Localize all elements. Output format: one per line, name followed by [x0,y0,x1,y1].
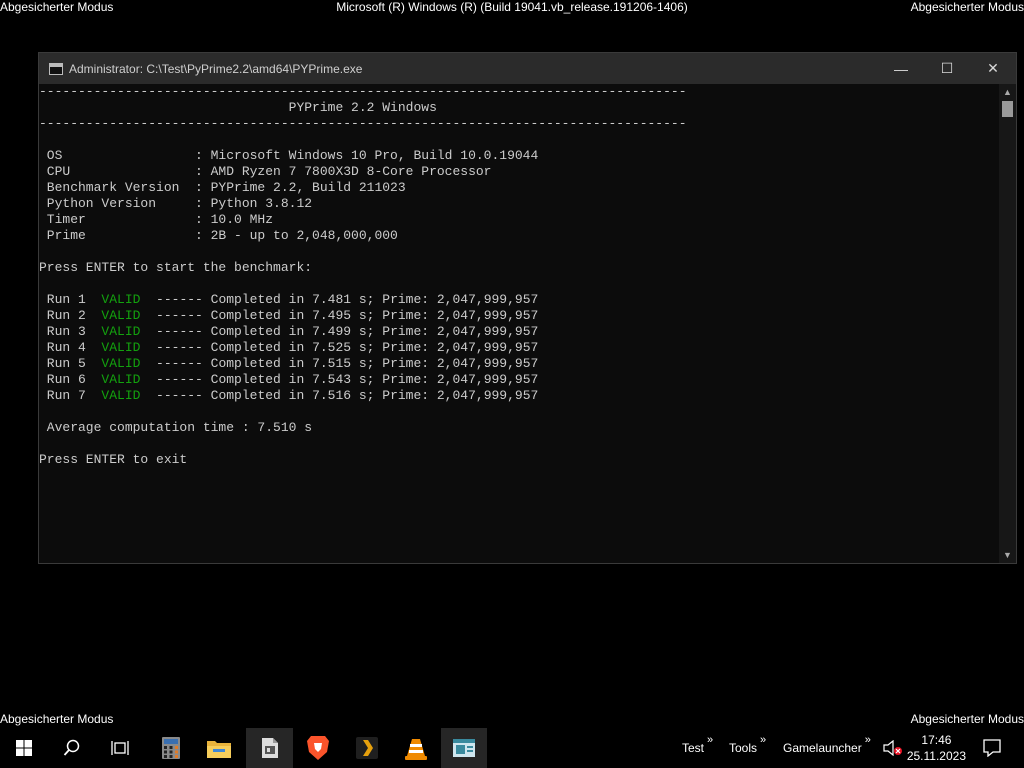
volume-muted-icon [883,740,902,756]
plex-app[interactable] [344,728,390,768]
run-result: ------ Completed in 7.499 s; Prime: 2,04… [140,324,539,339]
average-time: Average computation time : 7.510 s [39,420,313,435]
info-benchmark-version: Benchmark Version : PYPrime 2.2, Build 2… [39,180,406,195]
volume-tray-button[interactable] [880,728,906,768]
run-status: VALID [101,308,141,323]
run-status: VALID [101,372,141,387]
safe-mode-label-bottom-right: Abgesicherter Modus [910,712,1024,726]
prompt-start: Press ENTER to start the benchmark: [39,260,313,275]
console-output[interactable]: ----------------------------------------… [39,84,999,563]
minimize-button[interactable]: — [878,53,924,84]
toolbar-tools[interactable]: Tools» [729,728,766,768]
plex-icon [356,737,378,759]
run-result: ------ Completed in 7.515 s; Prime: 2,04… [140,356,539,371]
run-line: Run 1 VALID ------ Completed in 7.481 s;… [39,292,999,308]
search-icon [63,739,80,756]
task-view-icon [111,741,129,755]
run-result: ------ Completed in 7.495 s; Prime: 2,04… [140,308,539,323]
clock-time: 17:46 [921,733,952,747]
toolbar-test-label: Test [682,741,705,755]
run-label: Run 3 [39,324,102,339]
run-result: ------ Completed in 7.481 s; Prime: 2,04… [140,292,539,307]
calculator-app[interactable] [148,728,194,768]
toolbar-test[interactable]: Test» [682,728,713,768]
console-window-icon [453,739,475,757]
console-blank [39,276,999,292]
run-result: ------ Completed in 7.525 s; Prime: 2,04… [140,340,539,355]
console-blank [39,132,999,148]
info-prime: Prime : 2B - up to 2,048,000,000 [39,228,398,243]
run-label: Run 6 [39,372,102,387]
console-scrollbar[interactable]: ▲ ▼ [999,84,1016,563]
task-view-button[interactable] [96,728,144,768]
run-status: VALID [101,324,141,339]
toolbar-gamelauncher[interactable]: Gamelauncher» [783,728,871,768]
taskbar: Test» Tools» Gamelauncher» 17:46 25.11.2… [0,728,1024,768]
pyprime-icon [261,738,278,758]
clock-date: 25.11.2023 [906,749,966,763]
brave-browser-icon [307,736,329,760]
run-line: Run 7 VALID ------ Completed in 7.516 s;… [39,388,999,404]
run-line: Run 3 VALID ------ Completed in 7.499 s;… [39,324,999,340]
chevron-icon[interactable]: » [865,734,871,746]
console-blank [39,244,999,260]
pyprime-app[interactable] [246,728,293,768]
file-explorer-app[interactable] [196,728,242,768]
run-label: Run 2 [39,308,102,323]
run-label: Run 4 [39,340,102,355]
run-line: Run 5 VALID ------ Completed in 7.515 s;… [39,356,999,372]
run-line: Run 2 VALID ------ Completed in 7.495 s;… [39,308,999,324]
run-status: VALID [101,388,141,403]
console-rule: ----------------------------------------… [39,116,687,131]
maximize-button[interactable]: ☐ [924,53,970,84]
console-blank [39,436,999,452]
safe-mode-label-top-right: Abgesicherter Modus [910,0,1024,14]
brave-browser-app[interactable] [295,728,341,768]
run-label: Run 5 [39,356,102,371]
info-os: OS : Microsoft Windows 10 Pro, Build 10.… [39,148,539,163]
windows-build-label: Microsoft (R) Windows (R) (Build 19041.v… [336,0,688,14]
info-python-version: Python Version : Python 3.8.12 [39,196,313,211]
window-title: Administrator: C:\Test\PyPrime2.2\amd64\… [69,61,363,76]
console-blank [39,404,999,420]
console-window[interactable]: Administrator: C:\Test\PyPrime2.2\amd64\… [38,52,1017,564]
search-button[interactable] [48,728,96,768]
start-button[interactable] [0,728,48,768]
run-status: VALID [101,292,141,307]
window-titlebar[interactable]: Administrator: C:\Test\PyPrime2.2\amd64\… [39,53,1016,84]
console-heading: PYPrime 2.2 Windows [39,100,437,115]
notification-icon [983,739,1001,757]
safe-mode-label-bottom-left: Abgesicherter Modus [0,712,114,726]
action-center-button[interactable] [974,728,1010,768]
console-app-icon[interactable] [49,62,63,75]
run-status: VALID [101,340,141,355]
calculator-icon [162,737,180,759]
console-rule: ----------------------------------------… [39,84,687,99]
scrollbar-thumb[interactable] [1002,101,1013,117]
info-cpu: CPU : AMD Ryzen 7 7800X3D 8-Core Process… [39,164,492,179]
taskbar-clock[interactable]: 17:46 25.11.2023 [907,732,966,764]
vlc-app[interactable] [393,728,439,768]
scroll-up-icon[interactable]: ▲ [999,84,1016,100]
prompt-exit: Press ENTER to exit [39,452,188,467]
toolbar-gamelauncher-label: Gamelauncher [783,741,862,755]
close-button[interactable]: ✕ [970,53,1016,84]
run-result: ------ Completed in 7.543 s; Prime: 2,04… [140,372,539,387]
windows-start-icon [16,740,32,756]
run-result: ------ Completed in 7.516 s; Prime: 2,04… [140,388,539,403]
run-label: Run 1 [39,292,102,307]
scroll-down-icon[interactable]: ▼ [999,547,1016,563]
info-timer: Timer : 10.0 MHz [39,212,274,227]
run-status: VALID [101,356,141,371]
chevron-icon[interactable]: » [707,734,713,746]
console-window-task[interactable] [441,728,487,768]
run-line: Run 4 VALID ------ Completed in 7.525 s;… [39,340,999,356]
vlc-icon [405,739,427,760]
toolbar-tools-label: Tools [729,741,758,755]
run-label: Run 7 [39,388,102,403]
chevron-icon[interactable]: » [760,734,766,746]
run-line: Run 6 VALID ------ Completed in 7.543 s;… [39,372,999,388]
file-explorer-icon [207,741,231,758]
